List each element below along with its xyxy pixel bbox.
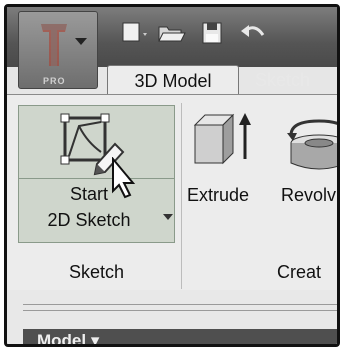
app-edition-badge: PRO [43,76,66,86]
new-file-icon[interactable] [117,19,147,47]
start-sketch-label-line2: 2D Sketch [47,210,131,230]
create-panel-title: Creat [277,262,322,282]
undo-icon[interactable] [237,19,267,47]
extrude-icon[interactable] [187,107,257,177]
extrude-label[interactable]: Extrude [187,185,249,206]
tab-3d-model[interactable]: 3D Model [107,65,239,95]
revolve-icon[interactable] [283,111,340,177]
model-browser-label: Model ▾ [37,331,100,347]
application-menu-button[interactable]: PRO [18,11,98,89]
sketch-panel-title: Sketch [68,262,125,282]
divider [23,304,337,305]
open-folder-icon[interactable] [157,19,187,47]
mouse-pointer-icon [112,157,136,199]
panel-divider [181,103,182,289]
save-icon[interactable] [197,19,227,47]
start-sketch-label-line1: Start [69,184,108,204]
app-window: PRO 3D Model Sketch Start 2D Sketch Sket… [4,4,340,347]
chevron-down-icon [75,38,87,45]
model-browser-header[interactable]: Model ▾ [23,329,337,347]
app-logo-icon [41,24,67,66]
divider [23,310,337,311]
button-split-divider [19,178,174,179]
chevron-down-icon[interactable] [163,214,173,220]
tab-sketch[interactable]: Sketch [255,65,310,95]
start-2d-sketch-button[interactable]: Start 2D Sketch [18,105,175,243]
revolve-label[interactable]: Revolv [281,185,336,206]
quick-access-toolbar: PRO [7,7,337,89]
